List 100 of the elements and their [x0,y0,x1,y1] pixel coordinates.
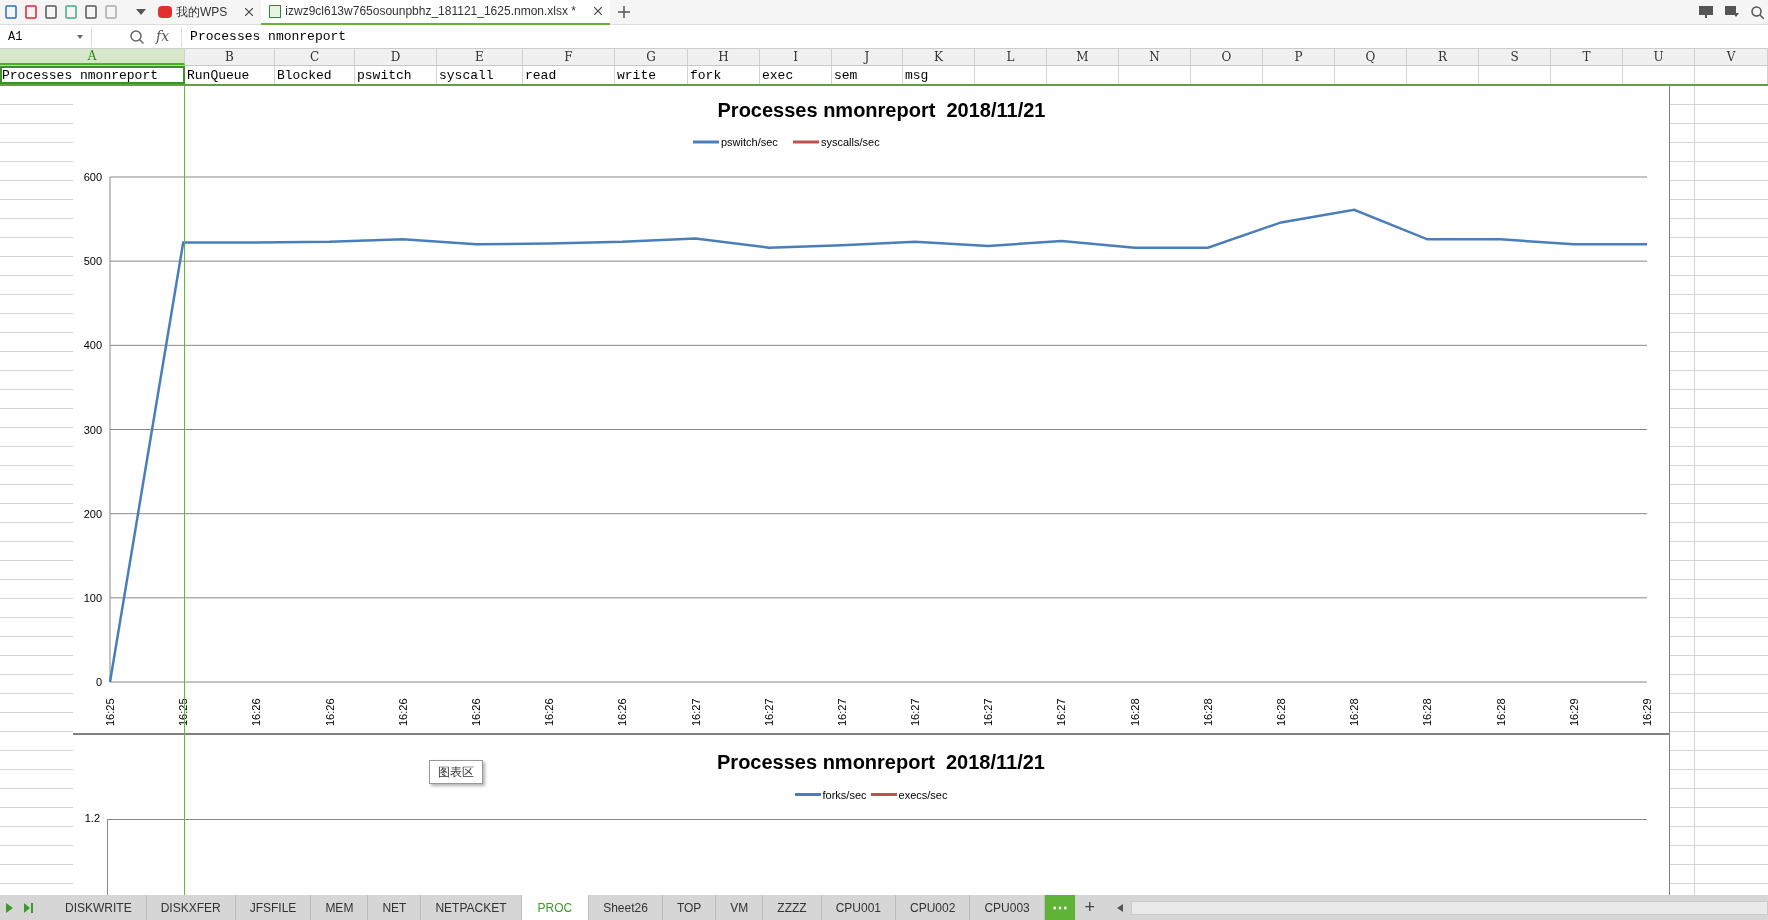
sheet-tab[interactable]: TOP [662,895,717,920]
column-header[interactable]: J [832,49,903,65]
table-cell-text: read [524,67,558,85]
sheet-tab[interactable]: NETPACKET [421,895,522,920]
x-tick-label: 16:28 [1421,698,1434,726]
document-tab-label: izwz9cl613w765osounpbhz_181121_1625.nmon.xlsx * [285,3,576,20]
document-tab-label: 我的WPS [176,4,228,21]
function-button[interactable]: fx [156,26,170,47]
table-cell-text: sem [833,67,859,85]
legend-label: pswitch/sec [721,136,778,148]
column-header[interactable]: N [1119,49,1191,65]
name-box[interactable]: A1 [0,26,92,47]
column-header[interactable]: Q [1335,49,1407,65]
sheet-tab[interactable]: NET [368,895,422,920]
x-tick-label: 16:29 [1641,698,1653,726]
close-icon[interactable] [245,8,254,16]
table-cell-text: syscall [438,67,495,85]
column-header[interactable]: A [0,49,185,65]
zoom-icon[interactable] [130,29,144,44]
x-tick-label: 16:27 [909,698,922,726]
x-tick-label: 16:26 [323,698,336,726]
sheet-tab[interactable]: JFSFILE [235,895,312,920]
table-cell-text: RunQueue [186,67,251,85]
sheet-tab[interactable]: DISKWRITE [51,895,147,920]
legend-label: execs/sec [898,788,948,803]
y-tick-label: 500 [83,255,102,268]
toolbar-icon[interactable] [24,5,38,19]
column-header[interactable]: G [615,49,688,65]
window-icon[interactable] [1725,6,1739,18]
legend-label: syscalls/sec [821,136,880,148]
legend-line-icon [794,793,821,798]
column-header[interactable]: V [1695,49,1768,65]
table-cell-text: msg [904,67,930,85]
column-header[interactable]: S [1479,49,1551,65]
x-tick-label: 16:27 [1055,698,1068,726]
y-tick-label: 100 [83,591,102,604]
scroll-left-icon[interactable] [1116,903,1123,912]
column-header[interactable]: B [185,49,275,65]
document-tab[interactable]: izwz9cl613w765osounpbhz_181121_1625.nmon.xlsx * [261,0,610,25]
sheet-tab[interactable]: ZZZZ [763,895,822,920]
x-tick-label: 16:27 [982,698,995,726]
chart-title: Processes nmonreport 2018/11/21 [717,99,1046,121]
toolbar-icon[interactable] [84,5,98,19]
sheet-tab[interactable]: CPU003 [970,895,1045,920]
column-header[interactable]: I [760,49,832,65]
x-tick-label: 16:27 [762,698,775,726]
column-header[interactable]: O [1191,49,1263,65]
column-header[interactable]: F [523,49,615,65]
x-tick-label: 16:26 [396,698,409,726]
toolbar-icon[interactable] [4,5,18,19]
sheet-tab[interactable]: Sheet26 [589,895,663,920]
column-header[interactable]: H [688,49,760,65]
present-icon[interactable] [1699,6,1713,18]
sheet-tab[interactable]: CPU001 [821,895,897,920]
x-tick-label: 16:26 [616,698,629,726]
column-header[interactable]: E [437,49,523,65]
sheet-tab[interactable]: CPU002 [896,895,971,920]
x-tick-label: 16:27 [835,698,848,726]
y-tick-label: 1.2 [83,813,100,824]
legend-label: forks/sec [822,788,867,803]
column-header[interactable]: R [1407,49,1479,65]
column-header[interactable]: D [355,49,437,65]
caret-icon[interactable] [136,9,146,15]
close-icon[interactable] [594,7,602,15]
column-header[interactable]: C [275,49,355,65]
x-tick-label: 16:26 [543,698,556,726]
x-tick-label: 16:28 [1348,698,1361,726]
formula-field[interactable]: Processes nmonreport [190,26,1768,47]
column-header[interactable]: U [1623,49,1695,65]
search-icon[interactable] [1751,5,1764,19]
wps-logo-icon [158,6,172,18]
x-tick-label: 16:26 [469,698,482,726]
sheet-tab[interactable]: DISKXFER [146,895,236,920]
add-sheet-button[interactable]: + [1074,894,1105,920]
tooltip: 图表区 [429,760,483,784]
y-tick-label: 300 [83,423,102,436]
toolbar-icon[interactable] [44,5,58,19]
table-cell-text: pswitch [356,67,413,85]
x-tick-label: 16:26 [250,698,263,726]
x-tick-label: 16:28 [1275,698,1288,726]
column-header[interactable]: T [1551,49,1623,65]
table-cell-text: Processes nmonreport [1,67,160,85]
column-header[interactable]: P [1263,49,1335,65]
sheet-tab[interactable]: VM [716,895,764,920]
y-tick-label: 400 [83,339,102,352]
spreadsheet-icon [269,4,282,18]
x-tick-label: 16:27 [689,698,702,726]
sheet-tab[interactable]: MEM [311,895,369,920]
add-icon[interactable] [618,6,630,18]
x-tick-label: 16:28 [1494,698,1507,726]
table-cell-text: fork [689,67,723,85]
x-tick-label: 16:25 [104,698,116,726]
y-tick-label: 0 [95,676,102,688]
sheet-tab[interactable]: PROC [521,895,590,920]
column-header[interactable]: L [975,49,1047,65]
column-header[interactable]: M [1047,49,1119,65]
document-tab[interactable]: 我的WPS [150,0,262,25]
x-tick-label: 16:28 [1128,698,1141,726]
column-header[interactable]: K [903,49,975,65]
table-cell-text: exec [761,67,795,85]
